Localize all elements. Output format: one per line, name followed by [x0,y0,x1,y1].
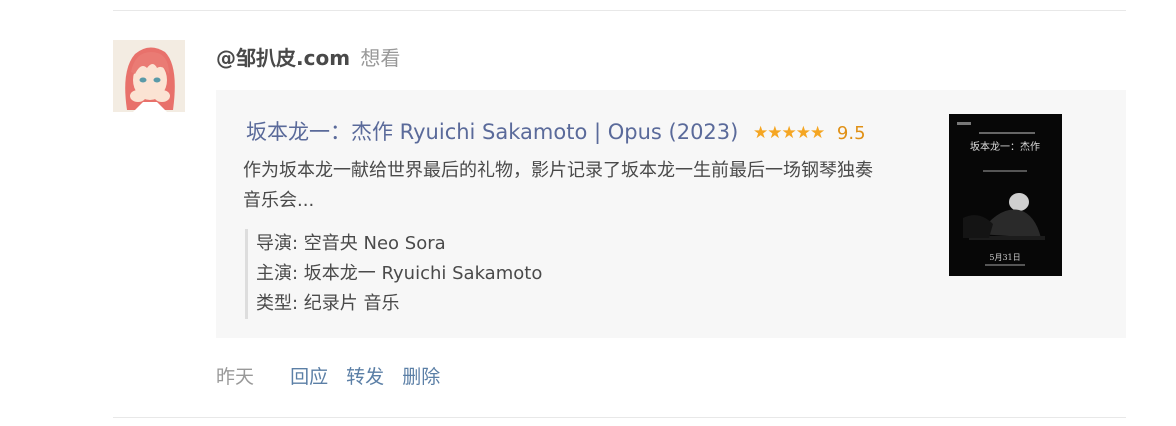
status-action: 想看 [360,46,401,70]
divider-bottom [113,417,1126,418]
rating-stars-icon: ★★★★★ [753,123,825,143]
movie-card: 坂本龙一：杰作 Ryuichi Sakamoto | Opus (2023) ★… [216,90,1126,338]
status-time: 昨天 [216,366,255,388]
poster-image: 坂本龙一：杰作 5月31日 [949,114,1062,276]
status-item: @邹扒皮.com 想看 坂本龙一：杰作 Ryuichi Sakamoto | O… [0,0,1176,426]
delete-button[interactable]: 删除 [402,366,440,388]
reply-button[interactable]: 回应 [290,366,328,388]
movie-poster[interactable]: 坂本龙一：杰作 5月31日 [949,114,1062,276]
cast-line: 主演: 坂本龙一 Ryuichi Sakamoto [256,263,543,284]
movie-title-line: 坂本龙一：杰作 Ryuichi Sakamoto | Opus (2023) ★… [246,117,866,149]
share-button[interactable]: 转发 [346,366,384,388]
movie-summary: 作为坂本龙一献给世界最后的礼物，影片记录了坂本龙一生前最后一场钢琴独奏音乐会..… [243,160,873,211]
genre-line: 类型: 纪录片 音乐 [256,293,400,314]
status-footer: 昨天 回应 转发 删除 [216,364,452,390]
director-line: 导演: 空音央 Neo Sora [256,233,446,254]
avatar[interactable] [113,40,185,112]
rating-value: 9.5 [836,123,866,144]
movie-meta: 导演: 空音央 Neo Sora 主演: 坂本龙一 Ryuichi Sakamo… [245,229,542,319]
movie-title-link[interactable]: 坂本龙一：杰作 Ryuichi Sakamoto | Opus (2023) [246,120,738,144]
divider-top [113,10,1126,11]
user-name-link[interactable]: @邹扒皮.com [216,46,350,70]
poster-title: 坂本龙一：杰作 [970,140,1040,153]
avatar-image [113,40,185,112]
poster-date: 5月31日 [989,253,1020,262]
status-header: @邹扒皮.com 想看 [216,44,400,72]
